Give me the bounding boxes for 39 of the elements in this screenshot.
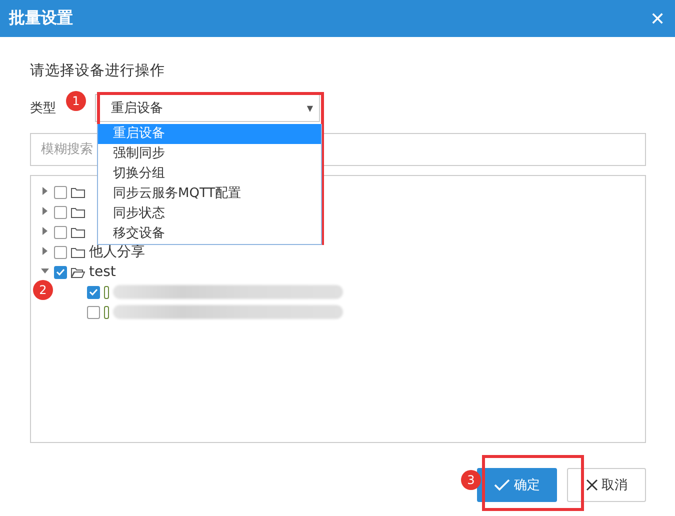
type-select[interactable]: 重启设备 ▼ [95,94,320,122]
checkbox[interactable] [54,226,67,238]
checkbox[interactable] [54,206,67,218]
collapse-icon[interactable] [41,266,49,274]
step-badge: 1 [66,91,86,111]
checkbox[interactable] [54,246,67,258]
checkbox[interactable] [54,266,67,278]
confirm-button[interactable]: 确定 [477,468,557,502]
window-title: 批量设置 [9,8,73,29]
device-icon [104,286,109,298]
expand-icon[interactable] [41,186,49,194]
check-icon [494,479,510,491]
step-badge: 2 [33,280,53,300]
dropdown-option[interactable]: 同步云服务MQTT配置 [98,184,321,204]
step-badge: 3 [461,470,481,490]
folder-icon [71,246,85,258]
dropdown-arrow-icon: ▼ [306,104,313,112]
folder-icon [71,206,85,218]
expand-icon[interactable] [41,226,49,234]
field-label: 类型 [30,100,56,117]
close-button[interactable]: ✕ [650,8,665,30]
expand-icon[interactable] [41,246,49,254]
checkbox[interactable] [87,286,100,298]
folder-icon [71,226,85,238]
dropdown-option[interactable]: 移交设备 [98,224,321,244]
dropdown-option[interactable]: 强制同步 [98,144,321,164]
checkbox[interactable] [87,306,100,318]
dropdown-option[interactable]: 切换分组 [98,164,321,184]
close-icon [586,479,598,491]
folder-icon [71,266,85,278]
checkbox[interactable] [54,186,67,198]
instruction-text: 请选择设备进行操作 [30,62,165,80]
device-icon [104,306,109,318]
folder-icon [71,186,85,198]
dropdown-option[interactable]: 同步状态 [98,204,321,224]
cancel-button[interactable]: 取消 [567,468,646,502]
folder-label[interactable]: 他人分享 [89,243,145,261]
expand-icon[interactable] [41,206,49,214]
folder-label[interactable]: test [89,264,116,280]
